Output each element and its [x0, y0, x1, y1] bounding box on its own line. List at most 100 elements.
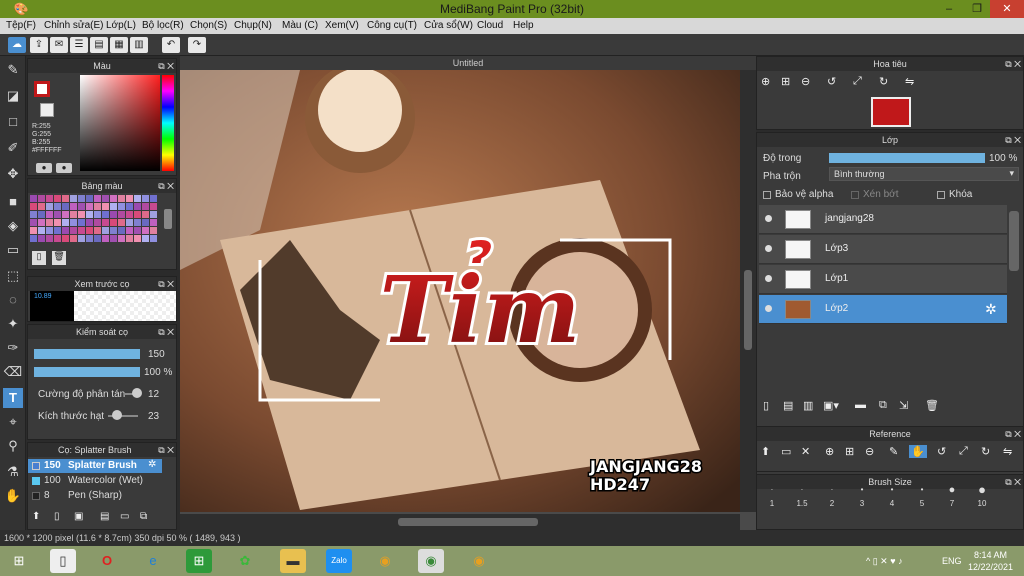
palette-swatch[interactable] [78, 235, 85, 242]
panel-close-icon[interactable]: ⧉ ✕ [1005, 133, 1021, 147]
color-mode-button[interactable]: ● [36, 163, 52, 173]
palette-swatch[interactable] [38, 195, 45, 202]
palette-swatch[interactable] [126, 203, 133, 210]
pen-tool-icon[interactable]: ✐ [3, 138, 23, 158]
fill-rect-icon[interactable]: ■ [3, 192, 23, 212]
palette-swatch[interactable] [134, 203, 141, 210]
palette-swatch[interactable] [134, 211, 141, 218]
palette-swatch[interactable] [126, 227, 133, 234]
store-icon[interactable]: ⊞ [186, 549, 212, 573]
magic-wand-icon[interactable]: ✦ [3, 314, 23, 334]
zoom-out-icon[interactable]: ⊖ [801, 75, 810, 88]
clock-date[interactable]: 12/22/2021 [968, 562, 1013, 572]
palette-swatch[interactable] [86, 219, 93, 226]
palette-swatch[interactable] [86, 203, 93, 210]
palette-swatch[interactable] [78, 211, 85, 218]
new-layer-icon[interactable]: ▯ [763, 399, 769, 412]
select-tool-icon[interactable]: ⬚ [3, 266, 23, 286]
minimize-button[interactable]: – [934, 0, 964, 18]
palette-swatch[interactable] [150, 195, 157, 202]
palette-swatch[interactable] [86, 211, 93, 218]
palette-swatch[interactable] [110, 227, 117, 234]
palette-swatch[interactable] [134, 235, 141, 242]
rotate-right-icon[interactable]: ↻ [981, 445, 990, 458]
panel-close-icon[interactable]: ⧉ ✕ [158, 277, 174, 291]
opera-icon[interactable]: O [94, 549, 120, 573]
palette-swatch[interactable] [30, 211, 37, 218]
palette-swatch[interactable] [62, 203, 69, 210]
brush-size-option[interactable]: ● 10 [967, 481, 997, 508]
drawing-canvas[interactable]: Tỉm JANGJANG28 HD247 [180, 70, 740, 512]
palette-swatch[interactable] [150, 235, 157, 242]
palette-swatch[interactable] [102, 211, 109, 218]
chat-icon[interactable]: ☰ [70, 37, 88, 53]
palette-swatch[interactable] [78, 227, 85, 234]
visibility-icon[interactable] [765, 305, 772, 312]
gear-icon[interactable]: ✲ [148, 459, 156, 470]
cloud-icon[interactable]: ☁ [8, 37, 26, 53]
trash-icon[interactable]: 🗑 [925, 399, 939, 412]
palette-swatch[interactable] [54, 203, 61, 210]
palette-swatch[interactable] [62, 219, 69, 226]
palette-swatch[interactable] [102, 203, 109, 210]
fit-view-icon[interactable]: ⤢ [959, 445, 968, 458]
palette-swatch[interactable] [54, 195, 61, 202]
brush-item[interactable]: 100 Watercolor (Wet) [28, 474, 162, 488]
menu-layer[interactable]: Lớp(L) [106, 20, 136, 31]
palette-swatch[interactable] [46, 211, 53, 218]
visibility-icon[interactable] [765, 245, 772, 252]
dropper-tool-icon[interactable]: ⚲ [3, 436, 23, 456]
palette-swatch[interactable] [118, 203, 125, 210]
share-icon[interactable]: ⇪ [30, 37, 48, 53]
palette-swatch[interactable] [54, 227, 61, 234]
palette-swatch[interactable] [70, 219, 77, 226]
palette-swatch[interactable] [134, 227, 141, 234]
layer-opacity-slider[interactable] [829, 153, 985, 163]
open-folder-icon[interactable]: ▭ [781, 445, 791, 458]
palette-swatch[interactable] [38, 227, 45, 234]
select-pen-icon[interactable]: ✑ [3, 338, 23, 358]
menu-filter[interactable]: Bộ lọc(R) [142, 20, 184, 31]
palette-swatch[interactable] [118, 211, 125, 218]
comment-icon[interactable]: ✉ [50, 37, 68, 53]
palette-swatch[interactable] [62, 227, 69, 234]
brush-page-icon[interactable]: ▤ [100, 511, 109, 522]
palette-swatch[interactable] [30, 227, 37, 234]
palette-swatch[interactable] [126, 235, 133, 242]
palette-swatch[interactable] [78, 203, 85, 210]
palette-swatch[interactable] [110, 219, 117, 226]
menu-tools[interactable]: Công cụ(T) [367, 20, 417, 31]
palette-swatch[interactable] [126, 195, 133, 202]
duplicate-layer-icon[interactable]: ⧉ [879, 399, 887, 412]
close-button[interactable]: ✕ [990, 0, 1024, 18]
canvas-hscrollbar[interactable] [180, 514, 740, 530]
folder-icon[interactable]: ▬ [280, 549, 306, 573]
brush-size-option[interactable]: · 1.5 [787, 481, 817, 508]
brush-item-selected[interactable]: 150 Splatter Brush ✲ [28, 459, 162, 473]
palette-swatch[interactable] [142, 203, 149, 210]
medibang-taskbar-icon[interactable]: ◉ [418, 549, 444, 573]
palette-swatch[interactable] [62, 195, 69, 202]
layer-row[interactable]: Lớp1 [759, 265, 1007, 294]
fit-icon[interactable]: ⊞ [845, 445, 854, 458]
palette-swatch[interactable] [134, 219, 141, 226]
eyedropper-icon[interactable]: ✎ [889, 445, 898, 458]
layer-row-selected[interactable]: Lớp2 ✲ [759, 295, 1007, 324]
protect-alpha-checkbox[interactable] [763, 191, 771, 199]
chrome-icon[interactable]: ◉ [372, 549, 398, 573]
merge-layer-icon[interactable]: ⇲ [899, 399, 908, 412]
windows-start-icon[interactable]: ⊞ [6, 549, 32, 573]
panel-close-icon[interactable]: ⧉ ✕ [158, 179, 174, 193]
chrome-profile-icon[interactable]: ◉ [466, 549, 492, 573]
palette-scrollbar[interactable] [164, 209, 172, 229]
layer-scrollbar[interactable] [1009, 211, 1019, 271]
palette-swatch[interactable] [78, 195, 85, 202]
rotate-left-icon[interactable]: ↺ [827, 75, 836, 88]
rotate-right-icon[interactable]: ↻ [879, 75, 888, 88]
layer-row[interactable]: Lớp3 [759, 235, 1007, 264]
palette-swatch[interactable] [142, 235, 149, 242]
palette-swatch[interactable] [102, 227, 109, 234]
palette-swatch[interactable] [54, 235, 61, 242]
hand-tool-icon[interactable]: ✋ [3, 486, 23, 506]
zalo-icon[interactable]: Zalo [326, 549, 352, 573]
